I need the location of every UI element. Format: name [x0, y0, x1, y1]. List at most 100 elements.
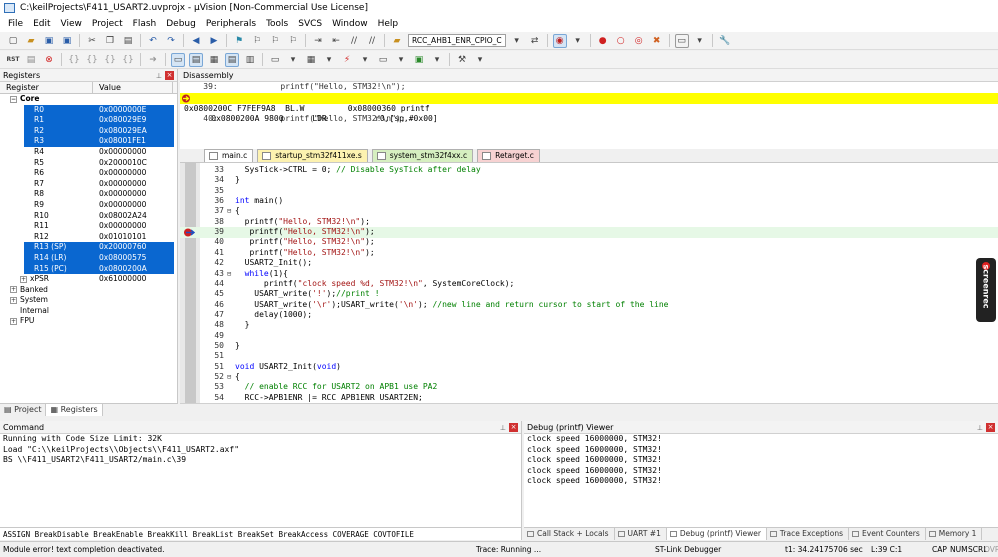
menu-edit[interactable]: Edit — [28, 16, 55, 32]
register-value[interactable]: 0x08000575 — [93, 253, 173, 264]
nav-forward-icon[interactable]: ▶ — [207, 34, 221, 48]
register-value[interactable]: 0x08001FE1 — [93, 136, 173, 147]
register-row[interactable]: R10 0x08002A24 — [0, 211, 177, 222]
pin-icon[interactable]: ⊥ — [977, 422, 983, 435]
register-row[interactable]: R7 0x00000000 — [0, 179, 177, 190]
code-line[interactable]: 43 ⊟ while(1){ — [180, 269, 998, 280]
memory-dropdown-icon[interactable]: ▾ — [322, 53, 336, 67]
fold-toggle-icon[interactable]: ⊟ — [227, 372, 235, 383]
col-register[interactable]: Register — [0, 82, 93, 93]
fold-toggle-icon[interactable]: ⊟ — [227, 206, 235, 217]
register-value[interactable]: 0x0000000E — [93, 105, 173, 116]
call-stack-icon[interactable]: ▥ — [243, 53, 257, 67]
register-value[interactable]: 0x00000000 — [93, 147, 173, 158]
debug-session-icon[interactable]: ◉ — [552, 33, 567, 48]
pin-icon[interactable]: ⊥ — [500, 422, 506, 435]
trace-dropdown-icon[interactable]: ▾ — [430, 53, 444, 67]
code-line[interactable]: 37 ⊟{ — [180, 206, 998, 217]
code-line[interactable]: 53 // enable RCC for USART2 on APB1 use … — [180, 382, 998, 393]
cut-icon[interactable]: ✂ — [85, 34, 99, 48]
editor-tab[interactable]: system_stm32f4xx.c — [371, 149, 474, 162]
register-row[interactable]: R0 0x0000000E — [24, 104, 174, 116]
register-row-xpsr[interactable]: + xPSR 0x61000000 — [0, 274, 177, 285]
find-combo[interactable]: RCC_AHB1_ENR_CPIO_C — [408, 34, 506, 47]
close-icon[interactable]: × — [165, 71, 174, 80]
code-line[interactable]: 51 — [180, 351, 998, 362]
code-line[interactable]: 44 printf("clock speed %d, STM32!\n", Sy… — [180, 279, 998, 290]
menu-project[interactable]: Project — [87, 16, 128, 32]
register-row[interactable]: R14 (LR) 0x08000575 — [24, 252, 174, 264]
tab-call-stack[interactable]: Call Stack + Locals — [524, 528, 615, 540]
tab-registers[interactable]: ▦ Registers — [46, 404, 103, 416]
menu-help[interactable]: Help — [373, 16, 404, 32]
register-value[interactable]: 0x01010101 — [93, 232, 173, 243]
code-line[interactable]: 50} — [180, 341, 998, 352]
disable-all-breakpoints-icon[interactable]: ◎ — [632, 34, 646, 48]
analysis-dropdown-icon[interactable]: ▾ — [394, 53, 408, 67]
group-core[interactable]: − Core — [0, 94, 177, 105]
code-line[interactable]: 48 } — [180, 320, 998, 331]
register-value[interactable]: 0x080029EA — [93, 126, 173, 137]
register-value[interactable]: 0x080029E9 — [93, 115, 173, 126]
register-row[interactable]: R13 (SP) 0x20000760 — [24, 242, 174, 253]
code-line[interactable]: 52 ⊟{ — [180, 372, 998, 383]
tab-uart1[interactable]: UART #1 — [615, 528, 667, 540]
register-value[interactable]: 0x00000000 — [93, 200, 173, 211]
step-into-icon[interactable]: {} — [67, 53, 81, 67]
code-line[interactable]: 33 SysTick->CTRL = 0; // Disable SysTick… — [180, 165, 998, 176]
symbols-window-icon[interactable]: ▦ — [207, 53, 221, 67]
paste-icon[interactable]: ▤ — [121, 34, 135, 48]
step-over-icon[interactable]: {} — [85, 53, 99, 67]
group-system[interactable]: + System — [0, 295, 177, 306]
code-editor[interactable]: 33 SysTick->CTRL = 0; // Disable SysTick… — [180, 163, 998, 403]
register-value[interactable]: 0x00000000 — [93, 179, 173, 190]
configure-icon[interactable]: 🔧 — [718, 34, 732, 48]
replace-icon[interactable]: ⇄ — [528, 34, 542, 48]
bookmark-clear-icon[interactable]: ⚐ — [286, 34, 300, 48]
expand-icon[interactable]: + — [20, 275, 27, 283]
menu-peripherals[interactable]: Peripherals — [201, 16, 261, 32]
code-line[interactable]: 41 printf("Hello, STM32!\n"); — [180, 248, 998, 259]
pin-icon[interactable]: ⊥ — [156, 70, 162, 83]
open-folder-icon[interactable]: ▰ — [24, 34, 38, 48]
close-icon[interactable]: × — [509, 423, 518, 432]
unindent-icon[interactable]: ⇤ — [329, 34, 343, 48]
group-banked[interactable]: + Banked — [0, 285, 177, 296]
editor-horizontal-scrollbar[interactable] — [180, 403, 998, 416]
expand-icon[interactable]: + — [10, 286, 17, 294]
disasm-line-current[interactable]: 0x0800200A 9800 LDR r0,[sp,#0x00] — [180, 92, 998, 123]
watch-dropdown-icon[interactable]: ▾ — [286, 53, 300, 67]
group-fpu[interactable]: + FPU — [0, 316, 177, 327]
code-line[interactable]: 49 — [180, 331, 998, 342]
breakpoint-arrow-icon[interactable] — [183, 228, 195, 237]
code-line[interactable]: 54 RCC->APB1ENR |= RCC APB1ENR USART2EN; — [180, 393, 998, 404]
serial-dropdown-icon[interactable]: ▾ — [358, 53, 372, 67]
expand-icon[interactable]: + — [10, 296, 17, 304]
menu-debug[interactable]: Debug — [161, 16, 201, 32]
register-row[interactable]: R11 0x00000000 — [0, 221, 177, 232]
fold-toggle-icon[interactable]: ⊟ — [227, 269, 235, 280]
code-line[interactable]: 46 USART_write('\r');USART_write('\n'); … — [180, 300, 998, 311]
command-input[interactable]: ASSIGN BreakDisable BreakEnable BreakKil… — [0, 527, 522, 540]
register-row[interactable]: R1 0x080029E9 — [24, 115, 174, 126]
comment-icon[interactable]: // — [347, 34, 361, 48]
register-row[interactable]: R12 0x01010101 — [0, 232, 177, 243]
disasm-line[interactable]: 0x0800200C F7FEF9A8 BL.W 0x08000360 prin… — [180, 104, 998, 115]
code-line[interactable]: 42 USART2_Init(); — [180, 258, 998, 269]
command-window-icon[interactable]: ▭ — [171, 52, 185, 67]
register-value[interactable]: 0x08002A24 — [93, 211, 173, 222]
register-row[interactable]: R8 0x00000000 — [0, 189, 177, 200]
reset-icon[interactable]: RST — [6, 53, 20, 67]
collapse-icon[interactable]: − — [10, 95, 17, 103]
editor-tab[interactable]: startup_stm32f411xe.s — [257, 149, 368, 162]
copy-icon[interactable]: ❐ — [103, 34, 117, 48]
tab-memory1[interactable]: Memory 1 — [926, 528, 983, 540]
save-icon[interactable]: ▣ — [42, 34, 56, 48]
disasm-line[interactable]: 39: printf("Hello, STM32!\n"); — [180, 82, 998, 93]
indent-icon[interactable]: ⇥ — [311, 34, 325, 48]
editor-tab[interactable]: Retarget.c — [477, 149, 540, 162]
disassembly-window-icon[interactable]: ▤ — [189, 52, 203, 67]
menu-svcs[interactable]: SVCS — [293, 16, 327, 32]
nav-back-icon[interactable]: ◀ — [189, 34, 203, 48]
layout-dropdown-icon[interactable]: ▾ — [693, 34, 707, 48]
